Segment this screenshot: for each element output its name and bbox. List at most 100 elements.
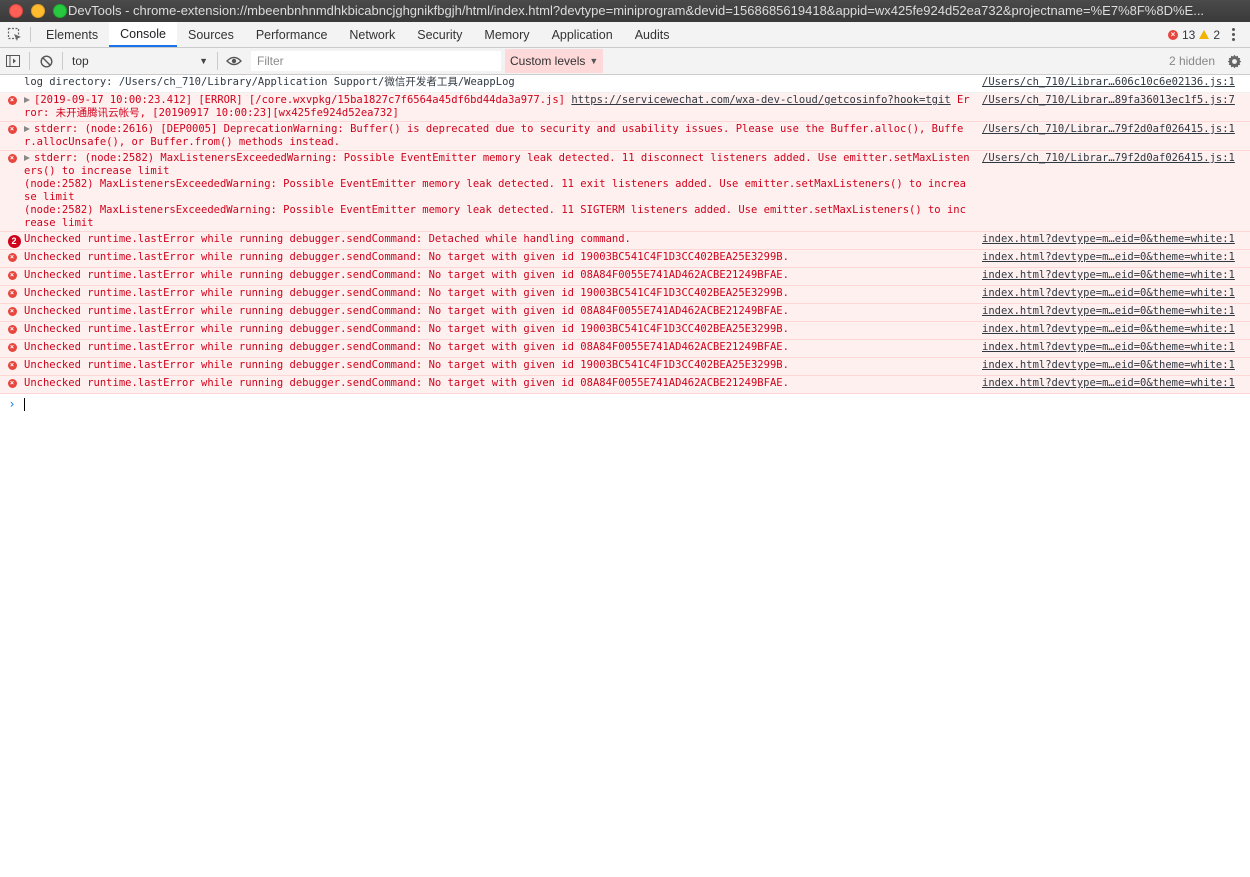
live-expression-button[interactable] — [221, 48, 247, 74]
console-message-error: × stderr: (node:2582) MaxListenersExceed… — [0, 151, 1250, 232]
error-icon: × — [7, 379, 17, 388]
warning-icon — [1199, 30, 1210, 39]
tab-application[interactable]: Application — [541, 22, 624, 47]
message-text[interactable]: Unchecked runtime.lastError while runnin… — [24, 269, 982, 284]
message-text[interactable]: [2019-09-17 10:00:23.412] [ERROR] [/core… — [24, 94, 982, 120]
message-text[interactable]: stderr: (node:2616) [DEP0005] Deprecatio… — [24, 123, 982, 149]
message-source-link[interactable]: index.html?devtype=m…eid=0&theme=white:1 — [982, 269, 1250, 284]
message-source-link[interactable]: index.html?devtype=m…eid=0&theme=white:1 — [982, 233, 1250, 248]
message-text[interactable]: Unchecked runtime.lastError while runnin… — [24, 359, 982, 374]
devtools-tabbar: Elements Console Sources Performance Net… — [0, 22, 1250, 48]
message-source-link[interactable]: index.html?devtype=m…eid=0&theme=white:1 — [982, 341, 1250, 356]
message-source-link[interactable]: /Users/ch_710/Librar…79f2d0af026415.js:1 — [982, 123, 1250, 149]
expand-triangle-icon[interactable] — [24, 155, 30, 161]
console-messages: log directory: /Users/ch_710/Library/App… — [0, 75, 1250, 414]
context-label: top — [72, 54, 89, 68]
text-cursor — [24, 397, 25, 411]
toolbar-separator — [62, 52, 63, 70]
message-text[interactable]: Unchecked runtime.lastError while runnin… — [24, 251, 982, 266]
console-message-error: × Unchecked runtime.lastError while runn… — [0, 304, 1250, 322]
sidebar-toggle-icon — [6, 55, 20, 67]
console-message-error: × stderr: (node:2616) [DEP0005] Deprecat… — [0, 122, 1250, 151]
message-text[interactable]: stderr: (node:2582) MaxListenersExceeded… — [24, 152, 982, 230]
inspect-element-button[interactable] — [0, 22, 30, 47]
context-selector[interactable]: top ▼ — [66, 51, 214, 71]
message-text[interactable]: Unchecked runtime.lastError while runnin… — [24, 233, 982, 248]
close-window-button[interactable] — [9, 4, 23, 18]
tab-network[interactable]: Network — [338, 22, 406, 47]
toolbar-right: 2 hidden — [1169, 48, 1242, 74]
error-icon: × — [7, 361, 17, 370]
tab-console[interactable]: Console — [109, 22, 177, 47]
console-message-error: 2 Unchecked runtime.lastError while runn… — [0, 232, 1250, 250]
console-toolbar: top ▼ Custom levels ▼ 2 hidden — [0, 48, 1250, 75]
message-source-link[interactable]: index.html?devtype=m…eid=0&theme=white:1 — [982, 251, 1250, 266]
console-message-error: × Unchecked runtime.lastError while runn… — [0, 250, 1250, 268]
message-source-link[interactable]: index.html?devtype=m…eid=0&theme=white:1 — [982, 377, 1250, 392]
clear-console-button[interactable] — [33, 48, 59, 74]
error-icon: × — [7, 271, 17, 280]
message-text[interactable]: log directory: /Users/ch_710/Library/App… — [24, 76, 982, 91]
console-message-error: × Unchecked runtime.lastError while runn… — [0, 322, 1250, 340]
repeat-count-badge: 2 — [7, 235, 21, 248]
console-message-error: × Unchecked runtime.lastError while runn… — [0, 268, 1250, 286]
show-sidebar-button[interactable] — [0, 48, 26, 74]
message-source-link[interactable]: index.html?devtype=m…eid=0&theme=white:1 — [982, 323, 1250, 338]
message-text[interactable]: Unchecked runtime.lastError while runnin… — [24, 341, 982, 356]
issue-counters[interactable]: × 13 2 — [1167, 22, 1250, 47]
message-url-link[interactable]: https://servicewechat.com/wxa-dev-cloud/… — [571, 94, 950, 106]
message-source-link[interactable]: /Users/ch_710/Librar…89fa36013ec1f5.js:7 — [982, 94, 1250, 120]
window-titlebar: DevTools - chrome-extension://mbeenbnhnm… — [0, 0, 1250, 22]
hidden-count: 2 hidden — [1168, 54, 1215, 68]
tab-sources[interactable]: Sources — [177, 22, 245, 47]
error-icon: × — [7, 154, 17, 163]
tab-elements[interactable]: Elements — [35, 22, 109, 47]
toolbar-separator — [217, 52, 218, 70]
zoom-window-button[interactable] — [53, 4, 67, 18]
error-icon: × — [7, 253, 17, 262]
console-message-error: × [2019-09-17 10:00:23.412] [ERROR] [/co… — [0, 93, 1250, 122]
tab-performance[interactable]: Performance — [245, 22, 339, 47]
prompt-chevron-icon: › — [8, 397, 16, 411]
error-icon: × — [7, 325, 17, 334]
expand-triangle-icon[interactable] — [24, 126, 30, 132]
log-levels-dropdown[interactable]: Custom levels ▼ — [505, 49, 604, 73]
gear-icon[interactable] — [1227, 54, 1242, 69]
message-text[interactable]: Unchecked runtime.lastError while runnin… — [24, 377, 982, 392]
message-source-link[interactable]: /Users/ch_710/Librar…606c10c6e02136.js:1 — [982, 76, 1250, 91]
console-message-error: × Unchecked runtime.lastError while runn… — [0, 358, 1250, 376]
window-title: DevTools - chrome-extension://mbeenbnhnm… — [68, 3, 1205, 18]
eye-icon — [226, 56, 242, 66]
tab-security[interactable]: Security — [406, 22, 473, 47]
error-icon: × — [7, 125, 17, 134]
expand-triangle-icon[interactable] — [24, 97, 30, 103]
filter-input[interactable] — [251, 51, 501, 71]
chevron-down-icon: ▼ — [589, 56, 599, 66]
inspect-icon — [7, 27, 21, 41]
tab-memory[interactable]: Memory — [473, 22, 540, 47]
error-icon: × — [7, 96, 17, 105]
warning-count: 2 — [1213, 27, 1220, 42]
log-levels-label: Custom levels — [510, 54, 586, 68]
message-source-link[interactable]: /Users/ch_710/Librar…79f2d0af026415.js:1 — [982, 152, 1250, 230]
chevron-down-icon: ▼ — [199, 56, 208, 66]
error-count: 13 — [1181, 27, 1196, 42]
message-source-link[interactable]: index.html?devtype=m…eid=0&theme=white:1 — [982, 287, 1250, 302]
message-text[interactable]: Unchecked runtime.lastError while runnin… — [24, 323, 982, 338]
message-text[interactable]: Unchecked runtime.lastError while runnin… — [24, 305, 982, 320]
clear-console-icon — [39, 54, 53, 68]
kebab-menu-icon[interactable] — [1224, 28, 1242, 41]
console-prompt[interactable]: › — [0, 394, 1250, 414]
minimize-window-button[interactable] — [31, 4, 45, 18]
console-message-error: × Unchecked runtime.lastError while runn… — [0, 286, 1250, 304]
message-text[interactable]: Unchecked runtime.lastError while runnin… — [24, 287, 982, 302]
console-message-error: × Unchecked runtime.lastError while runn… — [0, 340, 1250, 358]
error-icon: × — [7, 289, 17, 298]
error-icon: × — [7, 307, 17, 316]
tab-audits[interactable]: Audits — [624, 22, 681, 47]
message-source-link[interactable]: index.html?devtype=m…eid=0&theme=white:1 — [982, 359, 1250, 374]
error-icon: × — [1167, 29, 1178, 40]
tab-separator — [30, 27, 31, 42]
error-icon: × — [7, 343, 17, 352]
message-source-link[interactable]: index.html?devtype=m…eid=0&theme=white:1 — [982, 305, 1250, 320]
